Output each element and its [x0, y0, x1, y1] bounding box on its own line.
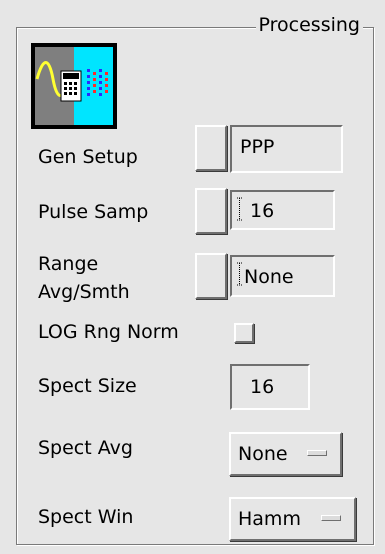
spect-avg-label: Spect Avg: [38, 437, 133, 459]
pulse-samp-label: Pulse Samp: [38, 201, 149, 223]
pulse-samp-input[interactable]: 16: [230, 190, 335, 230]
pulse-samp-button[interactable]: [195, 188, 227, 234]
log-rng-norm-label: LOG Rng Norm: [38, 321, 179, 343]
log-rng-norm-checkbox[interactable]: [234, 323, 254, 343]
spect-win-selected: Hamm: [238, 508, 301, 530]
spect-size-value: 16: [230, 364, 310, 410]
gen-setup-label: Gen Setup: [38, 146, 138, 168]
dropdown-indicator-icon: [321, 515, 341, 521]
group-title: Processing: [255, 14, 363, 36]
range-avg-input[interactable]: None: [230, 255, 335, 297]
dropdown-indicator-icon: [307, 450, 327, 456]
text-cursor-icon: [237, 197, 242, 221]
spect-win-label: Spect Win: [38, 506, 134, 528]
range-avg-value: None: [244, 266, 294, 288]
spect-size-label: Spect Size: [38, 375, 137, 397]
signal-generator-icon-button[interactable]: [31, 43, 117, 129]
processing-panel: Processing Gen Setup PPP Pulse Samp 16 R…: [0, 0, 385, 554]
signal-generator-icon: [35, 47, 113, 125]
spect-avg-selected: None: [238, 443, 288, 465]
spect-win-dropdown[interactable]: Hamm: [229, 497, 356, 541]
range-avg-label-line2: Avg/Smth: [38, 281, 130, 303]
range-avg-label-line1: Range: [38, 253, 99, 275]
spect-avg-dropdown[interactable]: None: [229, 432, 342, 476]
gen-setup-value: PPP: [230, 125, 343, 173]
pulse-samp-value: 16: [250, 200, 275, 222]
range-avg-button[interactable]: [195, 253, 227, 299]
text-cursor-icon: [237, 262, 242, 286]
gen-setup-button[interactable]: [195, 125, 227, 171]
